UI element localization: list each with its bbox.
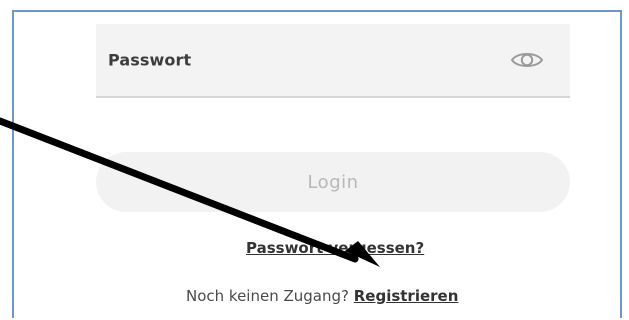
login-screen: Passwort Login Passwort vergessen? Noch … — [0, 0, 629, 320]
register-prompt: Noch keinen Zugang? Registrieren — [186, 287, 458, 305]
login-button[interactable]: Login — [96, 152, 570, 212]
password-label: Passwort — [108, 50, 192, 70]
register-link[interactable]: Registrieren — [354, 287, 459, 305]
eye-icon[interactable] — [510, 48, 544, 72]
password-field[interactable]: Passwort — [96, 24, 570, 98]
forgot-password-link[interactable]: Passwort vergessen? — [246, 239, 424, 257]
login-panel: Passwort Login Passwort vergessen? Noch … — [12, 10, 622, 318]
no-account-text: Noch keinen Zugang? — [186, 287, 354, 305]
